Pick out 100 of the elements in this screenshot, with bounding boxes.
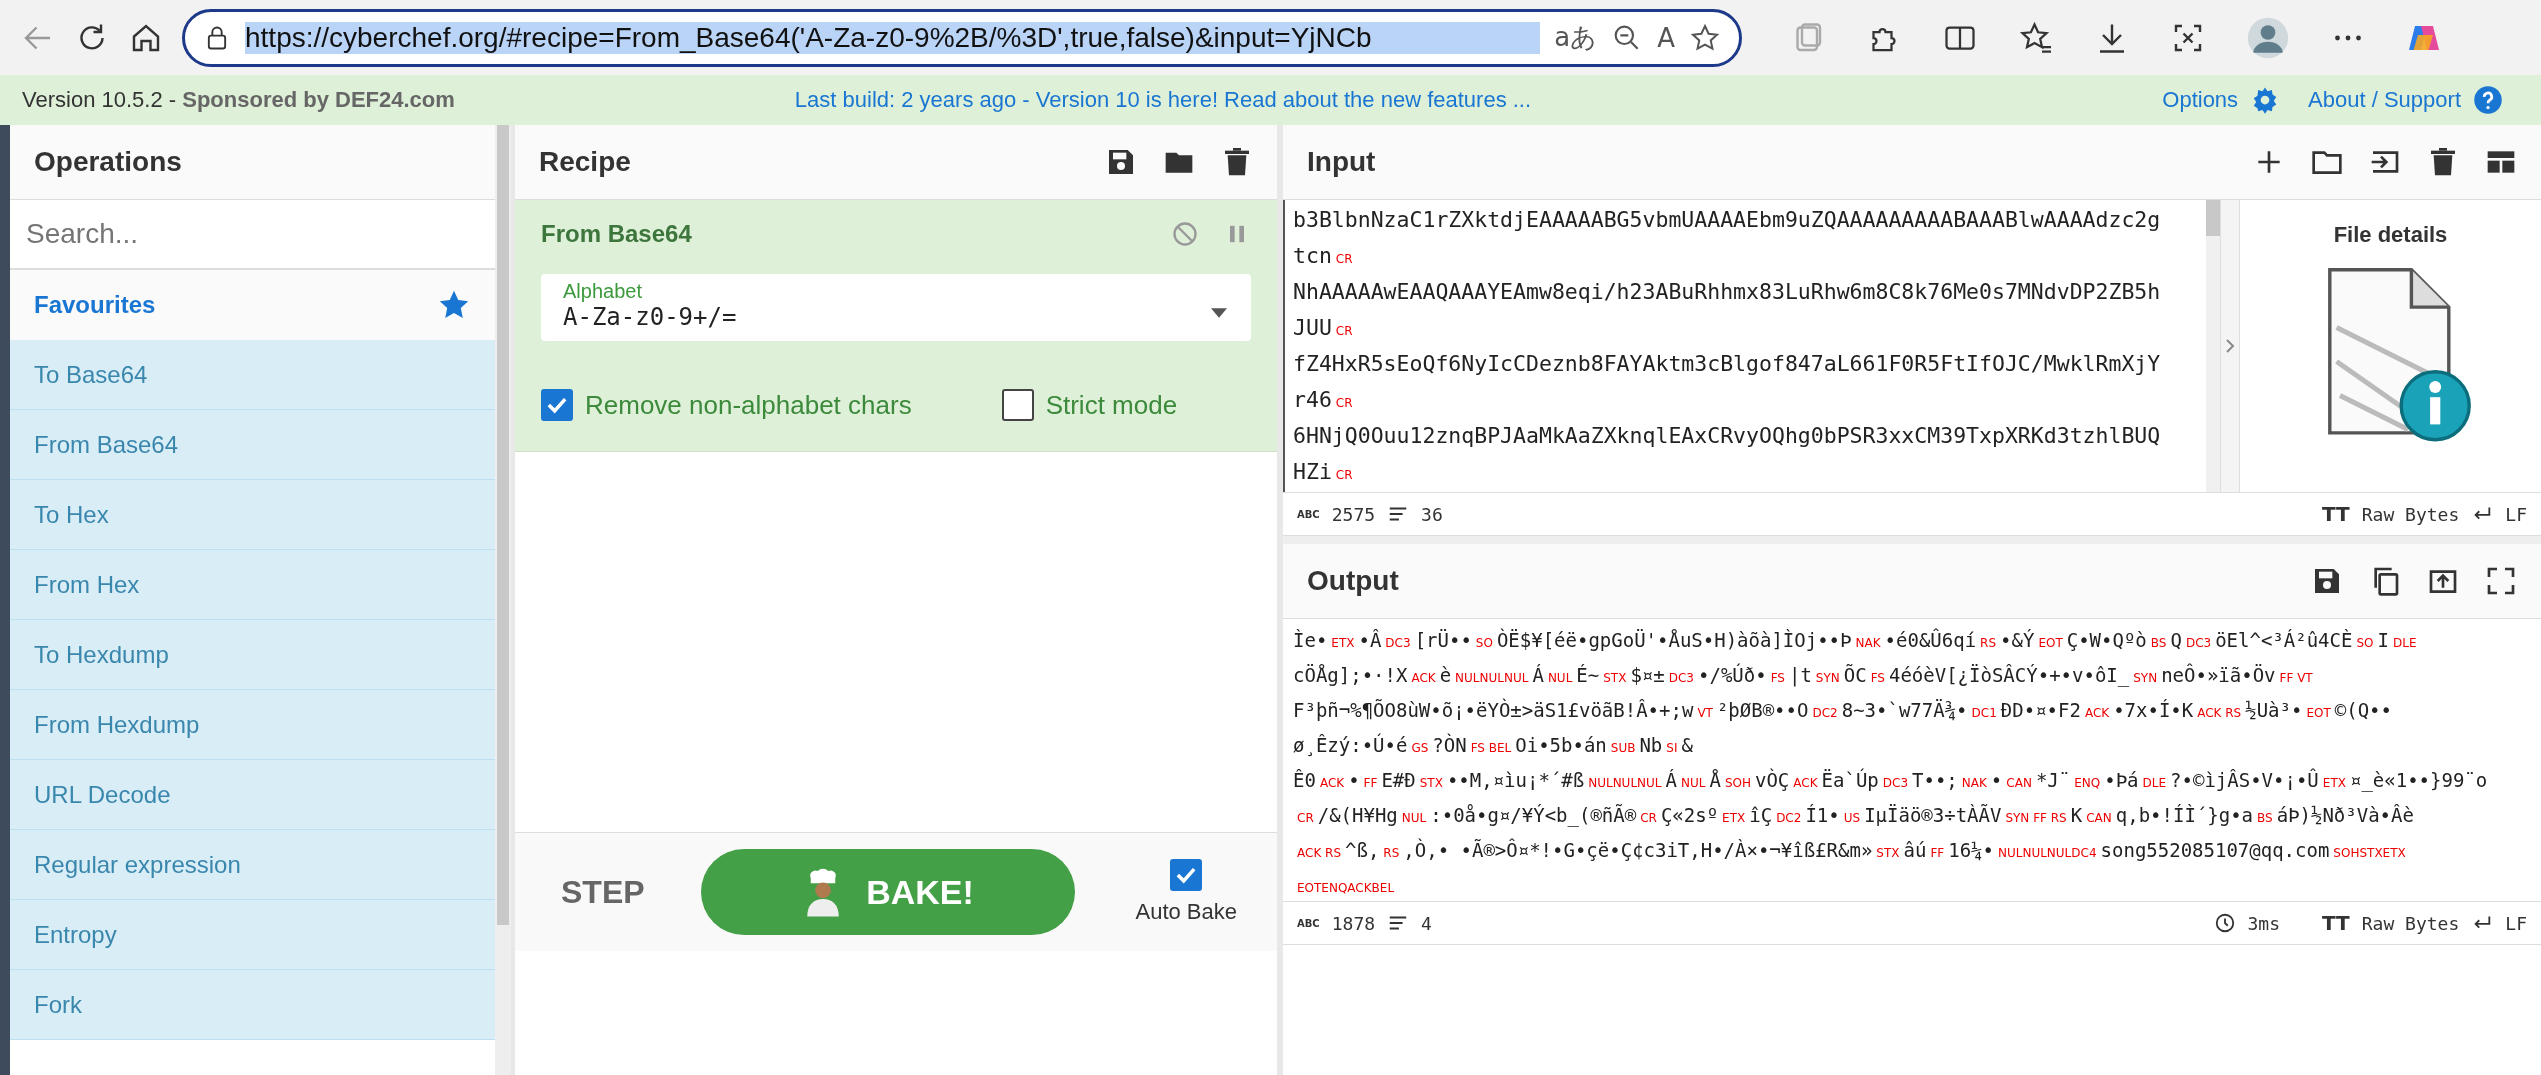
encoding-label[interactable]: Raw Bytes <box>2361 912 2460 934</box>
bake-button[interactable]: BAKE! <box>700 849 1076 935</box>
output-text: Q <box>2170 629 2182 651</box>
input-text: 6HNjQ0Ouu12znqBPJAaMkAaZXknqlEAxCRvyOQhg0bPSR3xxCM39TxpXRKd3tzhlBUQ <box>1293 423 2161 448</box>
eol-label[interactable]: LF <box>2505 912 2527 934</box>
control-character: STX <box>1876 846 1900 860</box>
operation-item[interactable]: Entropy <box>10 900 495 970</box>
eol-label[interactable]: LF <box>2505 503 2527 525</box>
operation-item[interactable]: To Base64 <box>10 340 495 410</box>
control-character: DC3 <box>1385 636 1411 650</box>
checkbox[interactable] <box>541 389 573 421</box>
output-text: ÐD•¤•F2 <box>2000 699 2081 721</box>
alphabet-dropdown[interactable]: Alphabet A-Za-z0-9+/= <box>541 274 1251 341</box>
length-label: ABC <box>1297 508 1320 520</box>
length-label: ABC <box>1297 917 1320 929</box>
operation-item[interactable]: To Hex <box>10 480 495 550</box>
option-checkbox[interactable]: Remove non-alphabet chars <box>541 389 912 421</box>
output-text: ®>Ô¤*!•G•çë•Ç¢c3iT,H•/À×•¬¥îß£R&m» <box>1483 839 1873 861</box>
output-text: |t <box>1788 664 1812 686</box>
output-text: F³þñ¬%¶ÕO8ùW•õ¡•ëYÒ±>äS1£vöãB!Â <box>1293 699 1648 721</box>
caret-icon <box>1211 308 1227 318</box>
panel-title: Recipe <box>539 146 631 178</box>
control-character: SUB <box>1610 741 1636 755</box>
operation-item[interactable]: URL Decode <box>10 760 495 830</box>
line-end-marker: CR <box>1335 396 1353 410</box>
control-character: FS <box>1770 671 1785 685</box>
checkbox[interactable] <box>1170 859 1203 891</box>
option-checkbox[interactable]: Strict mode <box>1001 389 1178 421</box>
control-character: NULNULNULDC4 <box>1997 846 2097 860</box>
output-text: vÒÇ <box>1755 769 1790 791</box>
control-character: SI <box>1666 741 1678 755</box>
control-character: FF <box>1930 846 1945 860</box>
operation-item[interactable]: From Base64 <box>10 410 495 480</box>
step-button[interactable]: STEP <box>555 872 651 912</box>
font-icon: TT <box>2322 911 2350 935</box>
output-text: •Þá <box>2104 769 2139 791</box>
output-text: Ç•W•Qºò <box>2066 629 2147 651</box>
control-character: FF VT <box>2279 671 2313 685</box>
control-character: EOTENQACKBEL <box>1297 881 1395 895</box>
help-icon[interactable] <box>2473 85 2503 115</box>
line-end-marker: CR <box>1335 324 1353 338</box>
translate-button[interactable]: aあ <box>1554 20 1598 55</box>
clock-icon <box>2213 912 2236 934</box>
maximize-icon[interactable] <box>2485 565 2517 597</box>
output-text: •+;w <box>1647 699 1694 721</box>
control-character: ACK <box>1793 776 1818 790</box>
control-character: FS BEL <box>1470 741 1512 755</box>
control-character: CAN <box>2086 811 2112 825</box>
encoding-label[interactable]: Raw Bytes <box>2361 503 2460 525</box>
scrollbar[interactable] <box>2206 200 2220 492</box>
output-text: • <box>1990 769 2003 791</box>
output-text: •é0&Û6qí <box>1884 629 1977 651</box>
output-text: Í1• <box>1805 804 1840 826</box>
url-text: https://cyberchef.org/#recipe=From_Base64('A-Za-z0-9%2B/%3D',true,false)&input=YjNCb <box>245 21 1541 54</box>
operation-item[interactable]: From Hexdump <box>10 690 495 760</box>
operation-item[interactable]: Regular expression <box>10 830 495 900</box>
control-character: SOH <box>1724 776 1751 790</box>
output-text: Á <box>1532 664 1544 686</box>
control-character: NUL <box>1681 776 1706 790</box>
control-character: DC3 <box>1668 671 1694 685</box>
output-text: I <box>2377 629 2389 651</box>
control-character: FS <box>1870 671 1885 685</box>
output-text: •Â <box>1358 629 1382 651</box>
operation-item[interactable]: From Hex <box>10 550 495 620</box>
address-bar[interactable]: https://cyberchef.org/#recipe=From_Base64('A-Za-z0-9%2B/%3D',true,false)&input=YjNCb aあ A <box>182 8 1742 67</box>
control-character: DC1 <box>1971 706 1997 720</box>
output-text: ÕC <box>1843 664 1867 686</box>
output-text: [rÜ•• <box>1414 629 1472 651</box>
output-text: E#Ð <box>1381 769 1416 791</box>
output-text: ••M,¤ìu¡*´#ß <box>1446 769 1585 791</box>
options-link[interactable]: Options <box>2162 87 2239 113</box>
category-header[interactable]: Favourites <box>10 270 495 340</box>
output-text: song552085107@qq.com <box>2100 839 2330 861</box>
output-text: ?•©ìjÂS•V•¡•Û <box>2170 769 2319 791</box>
output-text: cÖÅg];•·!X <box>1293 664 1408 686</box>
control-character: ACK <box>2084 706 2110 720</box>
output-text: 16¼• <box>1948 839 1994 861</box>
chevron-icon[interactable] <box>2225 338 2235 354</box>
output-text: âú <box>1903 839 1927 861</box>
operation-item[interactable]: Fork <box>10 970 495 1040</box>
output-text: Ìe• <box>1293 629 1328 651</box>
read-aloud-button[interactable]: A <box>1657 22 1675 53</box>
control-character: DLE <box>2392 636 2417 650</box>
notice-link[interactable]: Last build: 2 years ago - Version 10 is here! Read about the new features ... <box>794 87 1532 113</box>
output-text: ,Ò,• •Ã <box>1403 839 1484 861</box>
control-character: BS <box>2150 636 2167 650</box>
control-character: US <box>1843 811 1861 825</box>
output-text: ©(Q•• <box>2334 699 2392 721</box>
output-text: ¤_è«1••}99¨o <box>2349 769 2488 791</box>
output-text: öEl^<³Á²û4CÈ <box>2215 629 2353 651</box>
operation-item[interactable]: To Hexdump <box>10 620 495 690</box>
output-text: 8~3•`w77Ä¾• <box>1841 699 1968 721</box>
about-link[interactable]: About / Support <box>2308 87 2461 113</box>
panel-title: Output <box>1307 565 1399 597</box>
avatar-icon[interactable] <box>2246 15 2290 60</box>
auto-bake-checkbox[interactable]: Auto Bake <box>1135 859 1237 925</box>
checkbox[interactable] <box>1001 389 1034 421</box>
favorites-icon[interactable] <box>2018 19 2054 56</box>
output-text: ® <box>1624 804 1637 826</box>
scrollbar[interactable] <box>495 125 511 1075</box>
